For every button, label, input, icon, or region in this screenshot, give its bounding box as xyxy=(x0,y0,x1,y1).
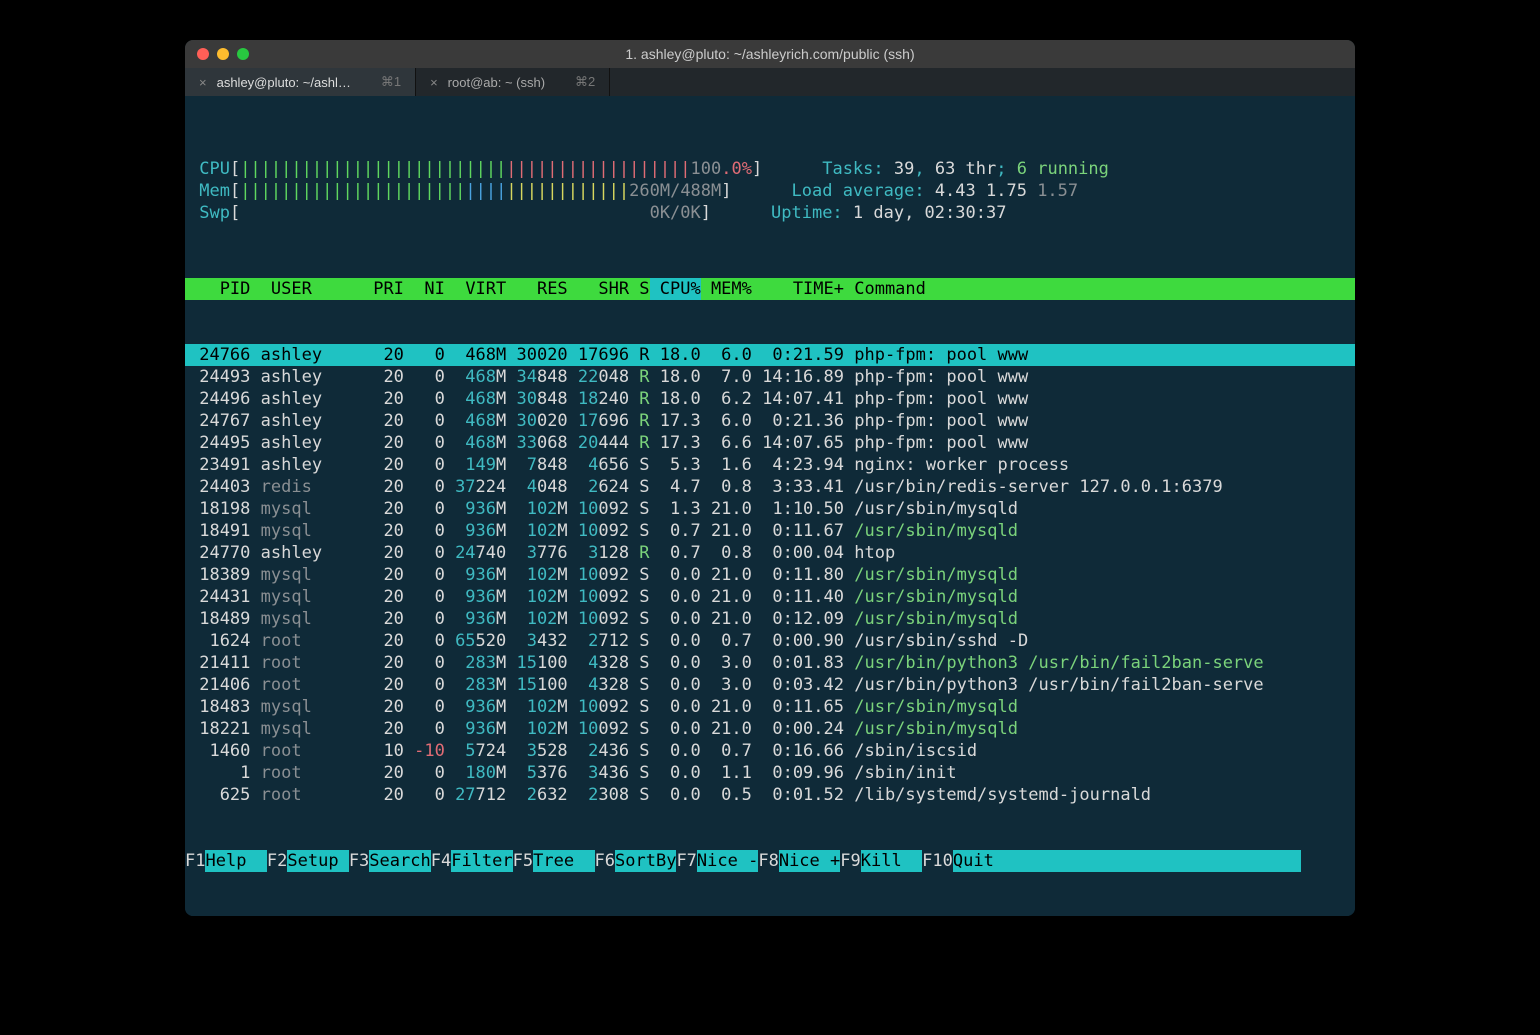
close-tab-icon[interactable]: × xyxy=(199,75,207,90)
tab-label: ashley@pluto: ~/ashl… xyxy=(217,75,351,90)
meters: CPU[||||||||||||||||||||||||||||||||||||… xyxy=(185,158,1355,234)
swp-label: Swp xyxy=(189,202,230,224)
fkey-F6[interactable]: F6 xyxy=(595,850,615,872)
process-row[interactable]: 18491mysql200936M102M10092S0.721.00:11.6… xyxy=(185,520,1355,542)
fkey-label-F9[interactable]: Kill xyxy=(861,850,922,872)
process-header[interactable]: PID USERPRINIVIRTRESSHRSCPU%MEM%TIME+Com… xyxy=(185,278,1355,300)
process-row[interactable]: 18221mysql200936M102M10092S0.021.00:00.2… xyxy=(185,718,1355,740)
fkey-label-F6[interactable]: SortBy xyxy=(615,850,676,872)
fkey-label-F1[interactable]: Help xyxy=(205,850,266,872)
tab-label: root@ab: ~ (ssh) xyxy=(448,75,545,90)
uptime-info: Uptime: 1 day, 02:30:37 xyxy=(771,202,1006,224)
col-virt[interactable]: VIRT xyxy=(445,278,506,300)
function-keys: F1Help F2Setup F3SearchF4FilterF5Tree F6… xyxy=(185,850,1355,872)
process-list[interactable]: 24766ashley200468M3002017696R18.06.00:21… xyxy=(185,344,1355,806)
process-row[interactable]: 23491ashley200149M78484656S5.31.64:23.94… xyxy=(185,454,1355,476)
fkey-label-F8[interactable]: Nice + xyxy=(779,850,840,872)
mem-bar: [||||||||||||||||||||||||||||||||||||||2… xyxy=(230,180,732,202)
col-cpu%[interactable]: CPU% xyxy=(650,278,701,300)
titlebar: 1. ashley@pluto: ~/ashleyrich.com/public… xyxy=(185,40,1355,68)
process-row[interactable]: 625root2002771226322308S0.00.50:01.52/li… xyxy=(185,784,1355,806)
terminal-window: 1. ashley@pluto: ~/ashleyrich.com/public… xyxy=(185,40,1355,916)
fkey-label-F4[interactable]: Filter xyxy=(451,850,512,872)
fkey-F5[interactable]: F5 xyxy=(513,850,533,872)
col-res[interactable]: RES xyxy=(506,278,567,300)
process-row[interactable]: 1460root10-10572435282436S0.00.70:16.66/… xyxy=(185,740,1355,762)
process-row[interactable]: 21406root200283M151004328S0.03.00:03.42/… xyxy=(185,674,1355,696)
process-row[interactable]: 24493ashley200468M3484822048R18.07.014:1… xyxy=(185,366,1355,388)
fkey-F1[interactable]: F1 xyxy=(185,850,205,872)
process-row[interactable]: 18198mysql200936M102M10092S1.321.01:10.5… xyxy=(185,498,1355,520)
col-shr[interactable]: SHR xyxy=(568,278,629,300)
process-row[interactable]: 1root200180M53763436S0.01.10:09.96/sbin/… xyxy=(185,762,1355,784)
col-s[interactable]: S xyxy=(629,278,649,300)
fkey-F10[interactable]: F10 xyxy=(922,850,953,872)
fkey-label-F5[interactable]: Tree xyxy=(533,850,594,872)
tab-shortcut: ⌘1 xyxy=(381,74,401,90)
cpu-bar: [|||||||||||||||||||||||||||||||||||||||… xyxy=(230,158,762,180)
fkey-F9[interactable]: F9 xyxy=(840,850,860,872)
load-info: Load average: 4.43 1.75 1.57 xyxy=(792,180,1079,202)
mem-label: Mem xyxy=(189,180,230,202)
process-row[interactable]: 24496ashley200468M3084818240R18.06.214:0… xyxy=(185,388,1355,410)
fkey-F4[interactable]: F4 xyxy=(431,850,451,872)
col-pid[interactable]: PID xyxy=(189,278,250,300)
process-row[interactable]: 21411root200283M151004328S0.03.00:01.83/… xyxy=(185,652,1355,674)
col-command[interactable]: Command xyxy=(844,278,1355,300)
col-user[interactable]: USER xyxy=(250,278,363,300)
close-tab-icon[interactable]: × xyxy=(430,75,438,90)
fkey-label-F3[interactable]: Search xyxy=(369,850,430,872)
col-mem%[interactable]: MEM% xyxy=(701,278,752,300)
tab-shortcut: ⌘2 xyxy=(575,74,595,90)
col-time+[interactable]: TIME+ xyxy=(752,278,844,300)
tab-0[interactable]: × ashley@pluto: ~/ashl… ⌘1 xyxy=(185,68,416,96)
terminal-content[interactable]: CPU[||||||||||||||||||||||||||||||||||||… xyxy=(185,96,1355,916)
process-row[interactable]: 18483mysql200936M102M10092S0.021.00:11.6… xyxy=(185,696,1355,718)
fkey-label-F10[interactable]: Quit xyxy=(953,850,1301,872)
process-row[interactable]: 18489mysql200936M102M10092S0.021.00:12.0… xyxy=(185,608,1355,630)
tabbar: × ashley@pluto: ~/ashl… ⌘1 × root@ab: ~ (ssh… xyxy=(185,68,1355,96)
process-row[interactable]: 18389mysql200936M102M10092S0.021.00:11.8… xyxy=(185,564,1355,586)
swp-bar: [0K/0K] xyxy=(230,202,711,224)
fkey-F2[interactable]: F2 xyxy=(267,850,287,872)
col-ni[interactable]: NI xyxy=(404,278,445,300)
process-row[interactable]: 1624root2006552034322712S0.00.70:00.90/u… xyxy=(185,630,1355,652)
fkey-F7[interactable]: F7 xyxy=(676,850,696,872)
fkey-F8[interactable]: F8 xyxy=(758,850,778,872)
process-row[interactable]: 24766ashley200468M3002017696R18.06.00:21… xyxy=(185,344,1355,366)
process-row[interactable]: 24767ashley200468M3002017696R17.36.00:21… xyxy=(185,410,1355,432)
process-row[interactable]: 24495ashley200468M3306820444R17.36.614:0… xyxy=(185,432,1355,454)
fkey-label-F7[interactable]: Nice - xyxy=(697,850,758,872)
cpu-label: CPU xyxy=(189,158,230,180)
fkey-label-F2[interactable]: Setup xyxy=(287,850,348,872)
process-row[interactable]: 24403redis2003722440482624S4.70.83:33.41… xyxy=(185,476,1355,498)
tab-1[interactable]: × root@ab: ~ (ssh) ⌘2 xyxy=(416,68,610,96)
process-row[interactable]: 24431mysql200936M102M10092S0.021.00:11.4… xyxy=(185,586,1355,608)
process-row[interactable]: 24770ashley2002474037763128R0.70.80:00.0… xyxy=(185,542,1355,564)
window-title: 1. ashley@pluto: ~/ashleyrich.com/public… xyxy=(185,46,1355,62)
fkey-F3[interactable]: F3 xyxy=(349,850,369,872)
tasks-info: Tasks: 39, 63 thr; 6 running xyxy=(822,158,1109,180)
col-pri[interactable]: PRI xyxy=(363,278,404,300)
